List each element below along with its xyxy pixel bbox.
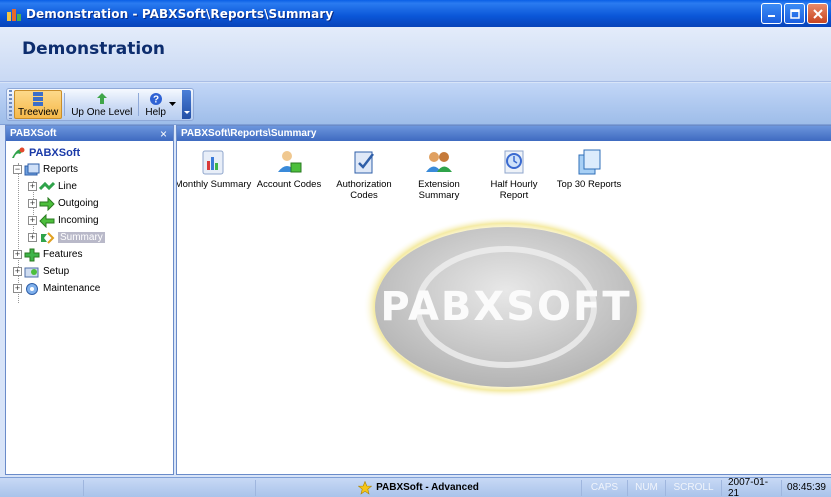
tree-item-pabxsoft[interactable]: PABXSoft (10, 144, 80, 161)
treeview-icon (33, 91, 44, 106)
expand-toggle[interactable]: + (28, 182, 37, 191)
monthly-summary-item[interactable]: Monthly Summary (177, 148, 253, 190)
status-scroll: SCROLL (666, 479, 722, 496)
tree-item-outgoing[interactable]: + Outgoing (28, 195, 99, 212)
status-caps: CAPS (582, 479, 628, 496)
up-level-icon (96, 92, 107, 104)
toolbar: Treeview Up One Level ? Help (6, 88, 194, 121)
pabxsoft-watermark-logo: PABXSOFT (363, 216, 649, 398)
setup-icon (24, 265, 40, 279)
status-cell-empty (0, 479, 84, 496)
status-bar: PABXSoft - Advanced CAPS NUM SCROLL 2007… (0, 477, 831, 497)
header-banner: Demonstration (0, 27, 831, 82)
star-icon (358, 480, 373, 495)
tree-item-reports[interactable]: − Reports (13, 161, 78, 178)
toolbar-separator (64, 93, 66, 116)
expand-toggle[interactable]: + (13, 267, 22, 276)
svg-text:PABXSOFT: PABXSOFT (380, 284, 631, 330)
features-icon (24, 248, 40, 262)
page-title: Demonstration (22, 39, 165, 59)
treeview-label: Treeview (18, 106, 59, 118)
title-bar[interactable]: Demonstration - PABXSoft\Reports\Summary (0, 0, 831, 27)
half-hourly-report-icon (504, 150, 524, 174)
collapse-toggle[interactable]: − (13, 165, 22, 174)
tree-panel: PABXSoft × PABXSoft − Reports + Line + O… (5, 125, 174, 475)
toolbar-band: Treeview Up One Level ? Help (0, 83, 831, 125)
tree-panel-header: PABXSoft × (6, 126, 173, 141)
half-hourly-report-item[interactable]: Half Hourly Report (474, 148, 554, 201)
tree-item-setup[interactable]: + Setup (13, 263, 69, 280)
tree-item-line[interactable]: + Line (28, 178, 77, 195)
authorization-codes-icon (354, 151, 374, 174)
help-label: Help (145, 106, 166, 118)
outgoing-arrow-icon (39, 196, 55, 211)
monthly-summary-icon (202, 150, 224, 175)
tree-item-incoming[interactable]: + Incoming (28, 212, 99, 229)
content-path-title: PABXSoft\Reports\Summary (181, 128, 317, 139)
incoming-arrow-icon (39, 213, 55, 228)
app-icon (7, 8, 21, 21)
help-button[interactable]: ? Help (141, 90, 180, 119)
close-icon (812, 8, 823, 19)
minimize-icon (768, 15, 775, 17)
toolbar-separator (138, 93, 140, 116)
tree-item-features[interactable]: + Features (13, 246, 82, 263)
reports-icon (24, 163, 40, 177)
top-30-reports-item[interactable]: Top 30 Reports (549, 148, 629, 190)
pabxsoft-icon (10, 146, 26, 160)
status-product: PABXSoft - Advanced (256, 479, 582, 496)
toolbar-overflow-button[interactable] (181, 90, 191, 119)
status-time: 08:45:39 (787, 482, 826, 493)
svg-text:?: ? (153, 94, 159, 105)
tree-item-maintenance[interactable]: + Maintenance (13, 280, 100, 297)
expand-toggle[interactable]: + (13, 284, 22, 293)
expand-toggle[interactable]: + (13, 250, 22, 259)
maximize-icon (789, 8, 800, 19)
account-codes-item[interactable]: Account Codes (249, 148, 329, 190)
expand-toggle[interactable]: + (28, 233, 37, 242)
treeview-button[interactable]: Treeview (14, 90, 63, 119)
help-icon: ? (149, 92, 162, 105)
status-num: NUM (628, 479, 666, 496)
line-icon (39, 180, 55, 194)
up-one-level-label: Up One Level (71, 106, 133, 118)
report-icons: Monthly Summary Account Codes Authorizat… (177, 148, 831, 208)
toolbar-grip[interactable] (9, 90, 12, 119)
tree-panel-title: PABXSoft (10, 128, 57, 139)
content-panel-header: PABXSoft\Reports\Summary (177, 126, 831, 141)
status-date: 2007-01-21 (722, 477, 782, 497)
account-codes-icon (278, 151, 302, 173)
maximize-button[interactable] (784, 3, 805, 24)
expand-toggle[interactable]: + (28, 216, 37, 225)
extension-summary-icon (426, 152, 452, 172)
top-30-reports-icon (578, 149, 601, 175)
close-button[interactable] (807, 3, 828, 24)
chevron-down-icon[interactable] (168, 101, 176, 107)
content-panel: PABXSoft\Reports\Summary Monthly Summary… (176, 125, 831, 475)
tree-item-summary[interactable]: + Summary (28, 229, 105, 246)
summary-icon (39, 231, 55, 245)
expand-toggle[interactable]: + (28, 199, 37, 208)
authorization-codes-item[interactable]: Authorization Codes (324, 148, 404, 201)
tree-panel-close-button[interactable]: × (160, 127, 167, 141)
status-cell-empty (84, 479, 256, 496)
window-title: Demonstration - PABXSoft\Reports\Summary (26, 6, 334, 21)
minimize-button[interactable] (761, 3, 782, 24)
maintenance-icon (24, 282, 40, 296)
extension-summary-item[interactable]: Extension Summary (399, 148, 479, 201)
up-one-level-button[interactable]: Up One Level (67, 90, 136, 119)
